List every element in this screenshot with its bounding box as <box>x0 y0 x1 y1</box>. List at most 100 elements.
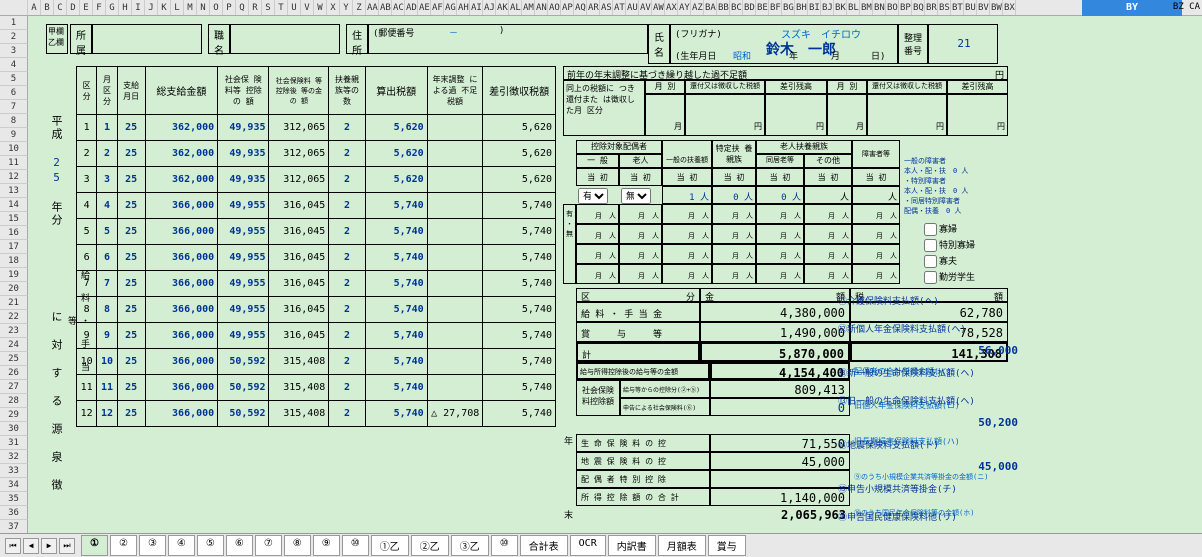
sheet-tab[interactable]: 月額表 <box>658 535 706 556</box>
fuyou-cell[interactable]: 月 人 <box>804 244 852 264</box>
sheet-tab[interactable]: ③ <box>139 535 166 556</box>
col-AL[interactable]: AL <box>509 0 522 15</box>
row-26[interactable]: 26 <box>0 366 28 380</box>
col-AR[interactable]: AR <box>587 0 600 15</box>
col-BN[interactable]: BN <box>873 0 886 15</box>
col-BP[interactable]: BP <box>899 0 912 15</box>
sheet-tab[interactable]: ⑦ <box>255 535 282 556</box>
fuyou-cell[interactable]: 月 人 <box>662 264 712 284</box>
fuyou-cell[interactable]: 月 人 <box>619 244 662 264</box>
col-AY[interactable]: AY <box>678 0 691 15</box>
col-AX[interactable]: AX <box>665 0 678 15</box>
col-AJ[interactable]: AJ <box>483 0 496 15</box>
col-J[interactable]: J <box>145 0 158 15</box>
col-AD[interactable]: AD <box>405 0 418 15</box>
row-13[interactable]: 13 <box>0 184 28 198</box>
col-Z[interactable]: Z <box>353 0 366 15</box>
col-S[interactable]: S <box>262 0 275 15</box>
row-14[interactable]: 14 <box>0 198 28 212</box>
row-1[interactable]: 1 <box>0 16 28 30</box>
col-Q[interactable]: Q <box>236 0 249 15</box>
row-37[interactable]: 37 <box>0 520 28 534</box>
col-AS[interactable]: AS <box>600 0 613 15</box>
fuyou-cell[interactable]: 月 人 <box>619 204 662 224</box>
col-BD[interactable]: BD <box>743 0 756 15</box>
jusho-field[interactable]: (郵便番号 － ) <box>368 24 648 54</box>
fuyou-cell[interactable]: 月 人 <box>852 264 900 284</box>
chk-kafu[interactable]: 寡婦 <box>924 222 957 236</box>
col-BB[interactable]: BB <box>717 0 730 15</box>
col-R[interactable]: R <box>249 0 262 15</box>
fuyou-cell[interactable]: 月 人 <box>576 204 619 224</box>
col-P[interactable]: P <box>223 0 236 15</box>
row-34[interactable]: 34 <box>0 478 28 492</box>
row-32[interactable]: 32 <box>0 450 28 464</box>
row-7[interactable]: 7 <box>0 100 28 114</box>
col-BI[interactable]: BI <box>808 0 821 15</box>
row-2[interactable]: 2 <box>0 30 28 44</box>
col-AO[interactable]: AO <box>548 0 561 15</box>
col-AI[interactable]: AI <box>470 0 483 15</box>
fuyou-cell[interactable]: 月 人 <box>576 244 619 264</box>
sheet-tab[interactable]: ① <box>81 535 108 556</box>
col-U[interactable]: U <box>288 0 301 15</box>
sheet-tab[interactable]: ⑥ <box>226 535 253 556</box>
haigusha-roujin-select[interactable]: 無 <box>621 188 651 204</box>
col-O[interactable]: O <box>210 0 223 15</box>
fuyou-cell[interactable]: 月 人 <box>852 204 900 224</box>
col-T[interactable]: T <box>275 0 288 15</box>
col-L[interactable]: L <box>171 0 184 15</box>
col-AB[interactable]: AB <box>379 0 392 15</box>
row-15[interactable]: 15 <box>0 212 28 226</box>
row-30[interactable]: 30 <box>0 422 28 436</box>
col-K[interactable]: K <box>158 0 171 15</box>
fuyou-cell[interactable]: 月 人 <box>712 224 756 244</box>
sheet-tab[interactable]: ①乙 <box>371 535 409 556</box>
row-17[interactable]: 17 <box>0 240 28 254</box>
fuyou-cell[interactable]: 月 人 <box>804 204 852 224</box>
col-D[interactable]: D <box>67 0 80 15</box>
row-10[interactable]: 10 <box>0 142 28 156</box>
col-AU[interactable]: AU <box>626 0 639 15</box>
col-AC[interactable]: AC <box>392 0 405 15</box>
col-BO[interactable]: BO <box>886 0 899 15</box>
row-11[interactable]: 11 <box>0 156 28 170</box>
col-BH[interactable]: BH <box>795 0 808 15</box>
col-BX[interactable]: BX <box>1003 0 1016 15</box>
col-G[interactable]: G <box>106 0 119 15</box>
row-27[interactable]: 27 <box>0 380 28 394</box>
row-6[interactable]: 6 <box>0 86 28 100</box>
col-V[interactable]: V <box>301 0 314 15</box>
kyu-ippan-val[interactable]: 50,200 <box>958 416 1018 429</box>
sheet-tab[interactable]: ⑩ <box>491 535 518 556</box>
fuyou-cell[interactable]: 月 人 <box>619 224 662 244</box>
row-12[interactable]: 12 <box>0 170 28 184</box>
col-BS[interactable]: BS <box>938 0 951 15</box>
col-AN[interactable]: AN <box>535 0 548 15</box>
col-M[interactable]: M <box>184 0 197 15</box>
col-BF[interactable]: BF <box>769 0 782 15</box>
row-9[interactable]: 9 <box>0 128 28 142</box>
haigusha-ippan-select[interactable]: 有 <box>578 188 608 204</box>
fuyou-cell[interactable]: 月 人 <box>756 264 804 284</box>
row-8[interactable]: 8 <box>0 114 28 128</box>
fuyou-cell[interactable]: 月 人 <box>712 244 756 264</box>
col-AK[interactable]: AK <box>496 0 509 15</box>
row-19[interactable]: 19 <box>0 268 28 282</box>
fuyou-cell[interactable]: 月 人 <box>662 244 712 264</box>
col-AZ[interactable]: AZ <box>691 0 704 15</box>
fuyou-cell[interactable]: 月 人 <box>756 204 804 224</box>
row-28[interactable]: 28 <box>0 394 28 408</box>
col-AW[interactable]: AW <box>652 0 665 15</box>
col-BE[interactable]: BE <box>756 0 769 15</box>
row-22[interactable]: 22 <box>0 310 28 324</box>
col-BT[interactable]: BT <box>951 0 964 15</box>
shin-kojin-val[interactable]: 56,000 <box>958 344 1018 357</box>
tab-last-button[interactable]: ⏭ <box>59 538 75 554</box>
shokumei-field[interactable] <box>230 24 340 54</box>
col-X[interactable]: X <box>327 0 340 15</box>
row-35[interactable]: 35 <box>0 492 28 506</box>
col-B[interactable]: B <box>41 0 54 15</box>
fuyou-cell[interactable]: 月 人 <box>756 244 804 264</box>
col-AV[interactable]: AV <box>639 0 652 15</box>
